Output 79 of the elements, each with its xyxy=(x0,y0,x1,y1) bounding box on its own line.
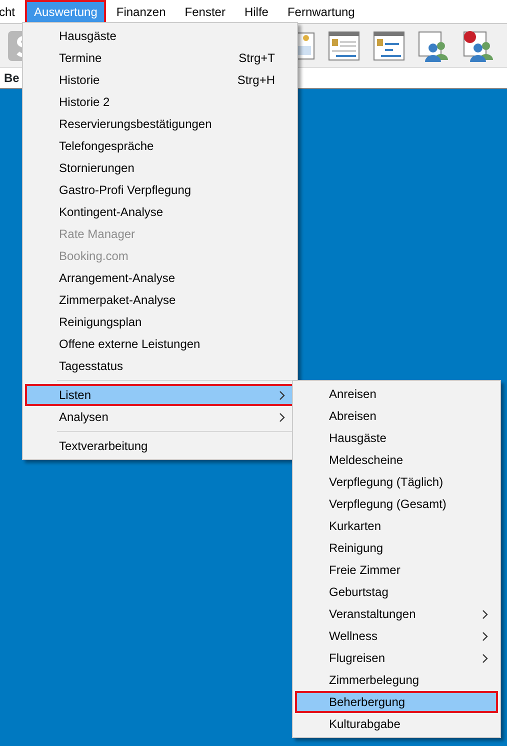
menu-item-label: Analysen xyxy=(59,409,110,426)
menu-item-label: Wellness xyxy=(329,628,378,645)
menu-item[interactable]: Verpflegung (Gesamt) xyxy=(295,493,498,515)
menu-item[interactable]: Freie Zimmer xyxy=(295,559,498,581)
menu-item-label: Verpflegung (Täglich) xyxy=(329,474,444,491)
menu-item-label: Zimmerbelegung xyxy=(329,672,420,689)
menu-item-label: Termine xyxy=(59,50,103,67)
menu-item-label: Booking.com xyxy=(59,248,130,265)
menu-item[interactable]: Textverarbeitung xyxy=(25,435,295,457)
menu-item[interactable]: Gastro-Profi Verpflegung xyxy=(25,179,295,201)
menu-item[interactable]: Kulturabgabe xyxy=(295,713,498,735)
menu-item[interactable]: Reinigung xyxy=(295,537,498,559)
menu-item-label: Beherbergung xyxy=(329,694,406,711)
menu-item-label: Reservierungsbestätigungen xyxy=(59,116,213,133)
menu-item-label: Verpflegung (Gesamt) xyxy=(329,496,448,513)
menu-item[interactable]: Kurkarten xyxy=(295,515,498,537)
menu-item-label: Geburtstag xyxy=(329,584,390,601)
menu-item[interactable]: Arrangement-Analyse xyxy=(25,267,295,289)
menu-item[interactable]: Hausgäste xyxy=(25,25,295,47)
menu-item-label: Arrangement-Analyse xyxy=(59,270,176,287)
menu-bar-item[interactable]: Hilfe xyxy=(235,0,278,24)
menu-item[interactable]: Stornierungen xyxy=(25,157,295,179)
menu-item-label: Veranstaltungen xyxy=(329,606,417,623)
menu-item[interactable]: Analysen xyxy=(25,406,295,428)
menu-item-label: Listen xyxy=(59,387,92,404)
menu-item-label: Kontingent-Analyse xyxy=(59,204,164,221)
menu-item[interactable]: Anreisen xyxy=(295,383,498,405)
menu-item-label: Telefongespräche xyxy=(59,138,155,155)
menu-item[interactable]: Tagesstatus xyxy=(25,355,295,377)
menu-item-label: Stornierungen xyxy=(59,160,136,177)
menu-item-label: Abreisen xyxy=(329,408,378,425)
user-group-help-icon[interactable] xyxy=(462,28,496,62)
menu-item[interactable]: Hausgäste xyxy=(295,427,498,449)
menu-item-label: Flugreisen xyxy=(329,650,386,667)
menu-item-label: Hausgäste xyxy=(59,28,118,45)
menu-item-label: Textverarbeitung xyxy=(59,438,149,455)
menu-item[interactable]: Offene externe Leistungen xyxy=(25,333,295,355)
menu-item[interactable]: Kontingent-Analyse xyxy=(25,201,295,223)
menu-bar-item[interactable]: Fenster xyxy=(176,0,234,24)
menu-item[interactable]: Termine Strg+T xyxy=(25,47,295,69)
menu-item[interactable]: Meldescheine xyxy=(295,449,498,471)
menu-item-label: Tagesstatus xyxy=(59,358,124,375)
menu-item-label: Anreisen xyxy=(329,386,378,403)
menu-item[interactable]: Zimmerbelegung xyxy=(295,669,498,691)
menu-item[interactable]: Telefongespräche xyxy=(25,135,295,157)
list-document-icon[interactable] xyxy=(372,28,406,62)
menu-item-label: Freie Zimmer xyxy=(329,562,402,579)
menu-bar-item[interactable]: Finanzen xyxy=(107,0,175,24)
shortcut-label: Strg+H xyxy=(237,72,275,89)
menu-item[interactable]: Flugreisen xyxy=(295,647,498,669)
menu-item[interactable]: Zimmerpaket-Analyse xyxy=(25,289,295,311)
list-document-icon[interactable] xyxy=(327,28,361,62)
menu-item[interactable]: Verpflegung (Täglich) xyxy=(295,471,498,493)
menu-item[interactable]: Historie 2 xyxy=(25,91,295,113)
user-group-icon[interactable] xyxy=(417,28,451,62)
menu-item-label: Kurkarten xyxy=(329,518,382,535)
menu-item[interactable]: Listen xyxy=(25,384,295,406)
menu-bar-item[interactable]: Fernwartung xyxy=(278,0,364,24)
menu-item-label: Kulturabgabe xyxy=(329,716,402,733)
menu-item-label: Zimmerpaket-Analyse xyxy=(59,292,177,309)
menu-item[interactable]: Reservierungsbestätigungen xyxy=(25,113,295,135)
menu-item-label: Hausgäste xyxy=(329,430,388,447)
menu-item-label: Reinigungsplan xyxy=(59,314,143,331)
menu-item[interactable]: Historie Strg+H xyxy=(25,69,295,91)
menu-item-label: Meldescheine xyxy=(329,452,404,469)
menu-item-label: Reinigung xyxy=(329,540,384,557)
menu-item-label: Offene externe Leistungen xyxy=(59,336,202,353)
menu-item[interactable]: Reinigungsplan xyxy=(25,311,295,333)
menu-item[interactable]: Beherbergung xyxy=(295,691,498,713)
menu-item-label: Historie xyxy=(59,72,101,89)
shortcut-label: Strg+T xyxy=(238,50,275,67)
menu-item[interactable]: Geburtstag xyxy=(295,581,498,603)
menu-item[interactable]: Veranstaltungen xyxy=(295,603,498,625)
menu-item-label: Gastro-Profi Verpflegung xyxy=(59,182,192,199)
menu-item[interactable]: Wellness xyxy=(295,625,498,647)
menu-item-label: Rate Manager xyxy=(59,226,136,243)
menu-item-label: Historie 2 xyxy=(59,94,111,111)
tab-label[interactable]: Be xyxy=(4,69,20,87)
menu-item[interactable]: Abreisen xyxy=(295,405,498,427)
